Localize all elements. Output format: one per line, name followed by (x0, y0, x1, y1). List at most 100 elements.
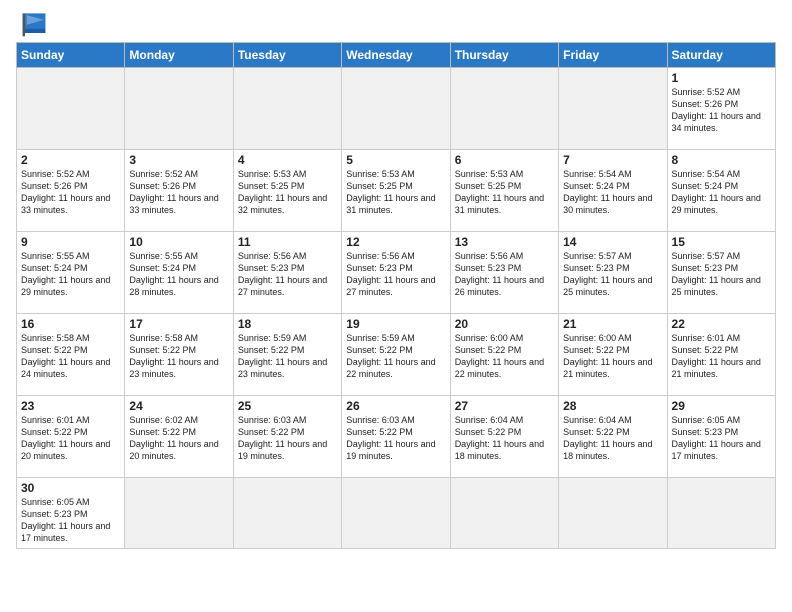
calendar-cell: 18Sunrise: 5:59 AMSunset: 5:22 PMDayligh… (233, 314, 341, 396)
day-number: 22 (672, 317, 771, 331)
day-info: Sunrise: 5:52 AMSunset: 5:26 PMDaylight:… (672, 86, 771, 135)
calendar-cell: 8Sunrise: 5:54 AMSunset: 5:24 PMDaylight… (667, 150, 775, 232)
day-info: Sunrise: 6:03 AMSunset: 5:22 PMDaylight:… (346, 414, 445, 463)
calendar-week-1: 2Sunrise: 5:52 AMSunset: 5:26 PMDaylight… (17, 150, 776, 232)
calendar-cell: 1Sunrise: 5:52 AMSunset: 5:26 PMDaylight… (667, 68, 775, 150)
day-info: Sunrise: 6:05 AMSunset: 5:23 PMDaylight:… (21, 496, 120, 545)
calendar-cell: 16Sunrise: 5:58 AMSunset: 5:22 PMDayligh… (17, 314, 125, 396)
day-number: 7 (563, 153, 662, 167)
day-info: Sunrise: 6:03 AMSunset: 5:22 PMDaylight:… (238, 414, 337, 463)
day-number: 12 (346, 235, 445, 249)
col-header-sunday: Sunday (17, 43, 125, 68)
calendar-cell: 30Sunrise: 6:05 AMSunset: 5:23 PMDayligh… (17, 478, 125, 549)
day-number: 19 (346, 317, 445, 331)
day-info: Sunrise: 5:54 AMSunset: 5:24 PMDaylight:… (563, 168, 662, 217)
col-header-wednesday: Wednesday (342, 43, 450, 68)
day-number: 4 (238, 153, 337, 167)
day-number: 17 (129, 317, 228, 331)
day-info: Sunrise: 5:56 AMSunset: 5:23 PMDaylight:… (455, 250, 554, 299)
calendar-week-3: 16Sunrise: 5:58 AMSunset: 5:22 PMDayligh… (17, 314, 776, 396)
calendar-cell: 17Sunrise: 5:58 AMSunset: 5:22 PMDayligh… (125, 314, 233, 396)
day-number: 15 (672, 235, 771, 249)
calendar-cell: 3Sunrise: 5:52 AMSunset: 5:26 PMDaylight… (125, 150, 233, 232)
col-header-tuesday: Tuesday (233, 43, 341, 68)
calendar-week-2: 9Sunrise: 5:55 AMSunset: 5:24 PMDaylight… (17, 232, 776, 314)
calendar-cell (233, 68, 341, 150)
day-number: 14 (563, 235, 662, 249)
header (16, 10, 776, 38)
generalblue-icon (16, 10, 52, 38)
day-number: 3 (129, 153, 228, 167)
col-header-friday: Friday (559, 43, 667, 68)
day-info: Sunrise: 6:04 AMSunset: 5:22 PMDaylight:… (563, 414, 662, 463)
calendar-cell: 27Sunrise: 6:04 AMSunset: 5:22 PMDayligh… (450, 396, 558, 478)
day-info: Sunrise: 6:05 AMSunset: 5:23 PMDaylight:… (672, 414, 771, 463)
calendar-cell: 14Sunrise: 5:57 AMSunset: 5:23 PMDayligh… (559, 232, 667, 314)
day-info: Sunrise: 6:00 AMSunset: 5:22 PMDaylight:… (455, 332, 554, 381)
day-info: Sunrise: 6:01 AMSunset: 5:22 PMDaylight:… (21, 414, 120, 463)
day-info: Sunrise: 6:01 AMSunset: 5:22 PMDaylight:… (672, 332, 771, 381)
calendar-cell (342, 478, 450, 549)
calendar-cell (667, 478, 775, 549)
calendar-cell: 28Sunrise: 6:04 AMSunset: 5:22 PMDayligh… (559, 396, 667, 478)
calendar-cell: 19Sunrise: 5:59 AMSunset: 5:22 PMDayligh… (342, 314, 450, 396)
day-number: 5 (346, 153, 445, 167)
calendar-cell (233, 478, 341, 549)
col-header-thursday: Thursday (450, 43, 558, 68)
calendar-cell: 13Sunrise: 5:56 AMSunset: 5:23 PMDayligh… (450, 232, 558, 314)
day-info: Sunrise: 5:57 AMSunset: 5:23 PMDaylight:… (563, 250, 662, 299)
calendar-cell (17, 68, 125, 150)
day-info: Sunrise: 5:58 AMSunset: 5:22 PMDaylight:… (21, 332, 120, 381)
day-info: Sunrise: 5:56 AMSunset: 5:23 PMDaylight:… (238, 250, 337, 299)
calendar-cell: 22Sunrise: 6:01 AMSunset: 5:22 PMDayligh… (667, 314, 775, 396)
calendar-cell: 12Sunrise: 5:56 AMSunset: 5:23 PMDayligh… (342, 232, 450, 314)
day-number: 23 (21, 399, 120, 413)
calendar-cell: 15Sunrise: 5:57 AMSunset: 5:23 PMDayligh… (667, 232, 775, 314)
calendar-cell (450, 68, 558, 150)
day-info: Sunrise: 6:02 AMSunset: 5:22 PMDaylight:… (129, 414, 228, 463)
day-info: Sunrise: 6:00 AMSunset: 5:22 PMDaylight:… (563, 332, 662, 381)
day-number: 25 (238, 399, 337, 413)
day-info: Sunrise: 5:58 AMSunset: 5:22 PMDaylight:… (129, 332, 228, 381)
day-number: 24 (129, 399, 228, 413)
calendar-week-5: 30Sunrise: 6:05 AMSunset: 5:23 PMDayligh… (17, 478, 776, 549)
calendar-header-row: SundayMondayTuesdayWednesdayThursdayFrid… (17, 43, 776, 68)
day-info: Sunrise: 6:04 AMSunset: 5:22 PMDaylight:… (455, 414, 554, 463)
calendar-cell (559, 478, 667, 549)
calendar-cell (559, 68, 667, 150)
calendar-cell (125, 478, 233, 549)
day-info: Sunrise: 5:55 AMSunset: 5:24 PMDaylight:… (129, 250, 228, 299)
day-number: 18 (238, 317, 337, 331)
day-number: 11 (238, 235, 337, 249)
calendar-cell (125, 68, 233, 150)
calendar-cell: 24Sunrise: 6:02 AMSunset: 5:22 PMDayligh… (125, 396, 233, 478)
day-info: Sunrise: 5:56 AMSunset: 5:23 PMDaylight:… (346, 250, 445, 299)
calendar-cell: 26Sunrise: 6:03 AMSunset: 5:22 PMDayligh… (342, 396, 450, 478)
day-info: Sunrise: 5:57 AMSunset: 5:23 PMDaylight:… (672, 250, 771, 299)
logo (16, 10, 56, 38)
calendar-cell (450, 478, 558, 549)
calendar-cell: 7Sunrise: 5:54 AMSunset: 5:24 PMDaylight… (559, 150, 667, 232)
day-number: 13 (455, 235, 554, 249)
calendar-cell (342, 68, 450, 150)
day-info: Sunrise: 5:53 AMSunset: 5:25 PMDaylight:… (238, 168, 337, 217)
day-number: 21 (563, 317, 662, 331)
day-number: 16 (21, 317, 120, 331)
calendar-cell: 25Sunrise: 6:03 AMSunset: 5:22 PMDayligh… (233, 396, 341, 478)
calendar-cell: 21Sunrise: 6:00 AMSunset: 5:22 PMDayligh… (559, 314, 667, 396)
calendar-week-0: 1Sunrise: 5:52 AMSunset: 5:26 PMDaylight… (17, 68, 776, 150)
day-info: Sunrise: 5:53 AMSunset: 5:25 PMDaylight:… (346, 168, 445, 217)
day-number: 8 (672, 153, 771, 167)
day-number: 29 (672, 399, 771, 413)
calendar-cell: 20Sunrise: 6:00 AMSunset: 5:22 PMDayligh… (450, 314, 558, 396)
day-number: 26 (346, 399, 445, 413)
calendar-cell: 2Sunrise: 5:52 AMSunset: 5:26 PMDaylight… (17, 150, 125, 232)
day-number: 10 (129, 235, 228, 249)
calendar-cell: 11Sunrise: 5:56 AMSunset: 5:23 PMDayligh… (233, 232, 341, 314)
day-info: Sunrise: 5:55 AMSunset: 5:24 PMDaylight:… (21, 250, 120, 299)
calendar-cell: 5Sunrise: 5:53 AMSunset: 5:25 PMDaylight… (342, 150, 450, 232)
day-info: Sunrise: 5:52 AMSunset: 5:26 PMDaylight:… (21, 168, 120, 217)
col-header-monday: Monday (125, 43, 233, 68)
calendar-cell: 29Sunrise: 6:05 AMSunset: 5:23 PMDayligh… (667, 396, 775, 478)
calendar-cell: 6Sunrise: 5:53 AMSunset: 5:25 PMDaylight… (450, 150, 558, 232)
